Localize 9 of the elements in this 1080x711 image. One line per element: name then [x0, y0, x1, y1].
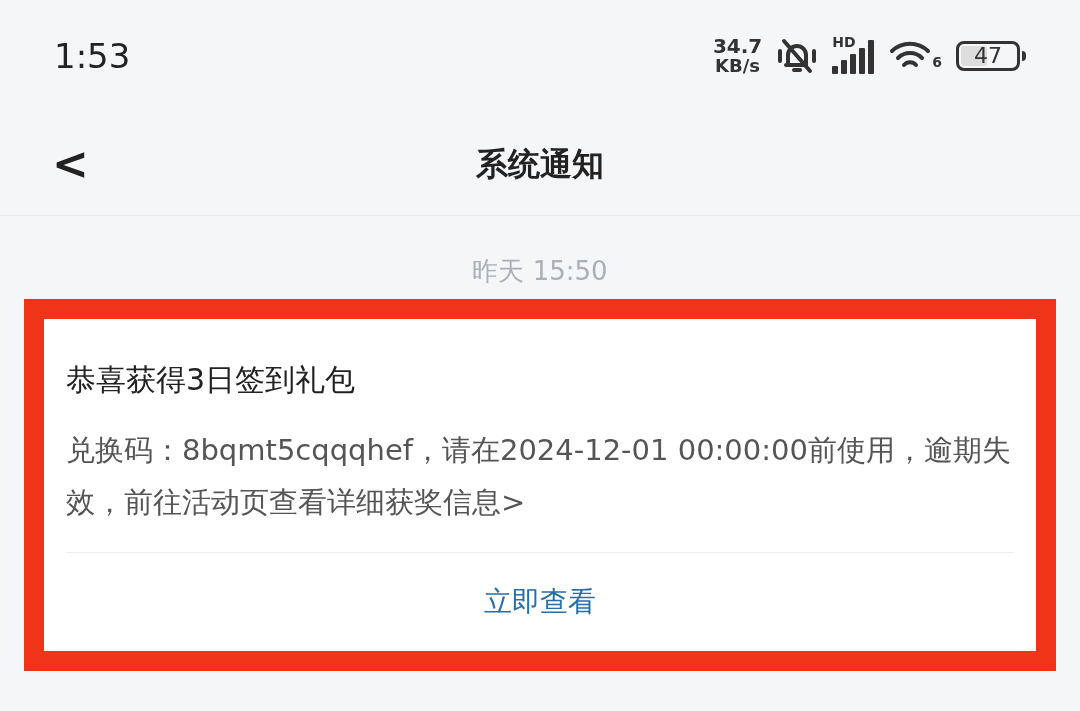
network-speed: 34.7 KB/s — [712, 36, 763, 76]
view-now-link[interactable]: 立即查看 — [44, 553, 1036, 651]
muted-bell-icon — [776, 37, 819, 75]
message-time: 昨天 15:50 — [472, 255, 608, 288]
page-title: 系统通知 — [476, 143, 604, 185]
status-time: 1:53 — [54, 34, 131, 78]
message-body: 兑换码：8bqmt5cqqqhef，请在2024-12-01 00:00:00前使用，逾期失效，前往活动页查看详细获奖信息> — [65, 432, 1012, 521]
back-button[interactable]: < — [52, 141, 89, 186]
message-title: 恭喜获得3日签到礼包 — [65, 361, 357, 399]
